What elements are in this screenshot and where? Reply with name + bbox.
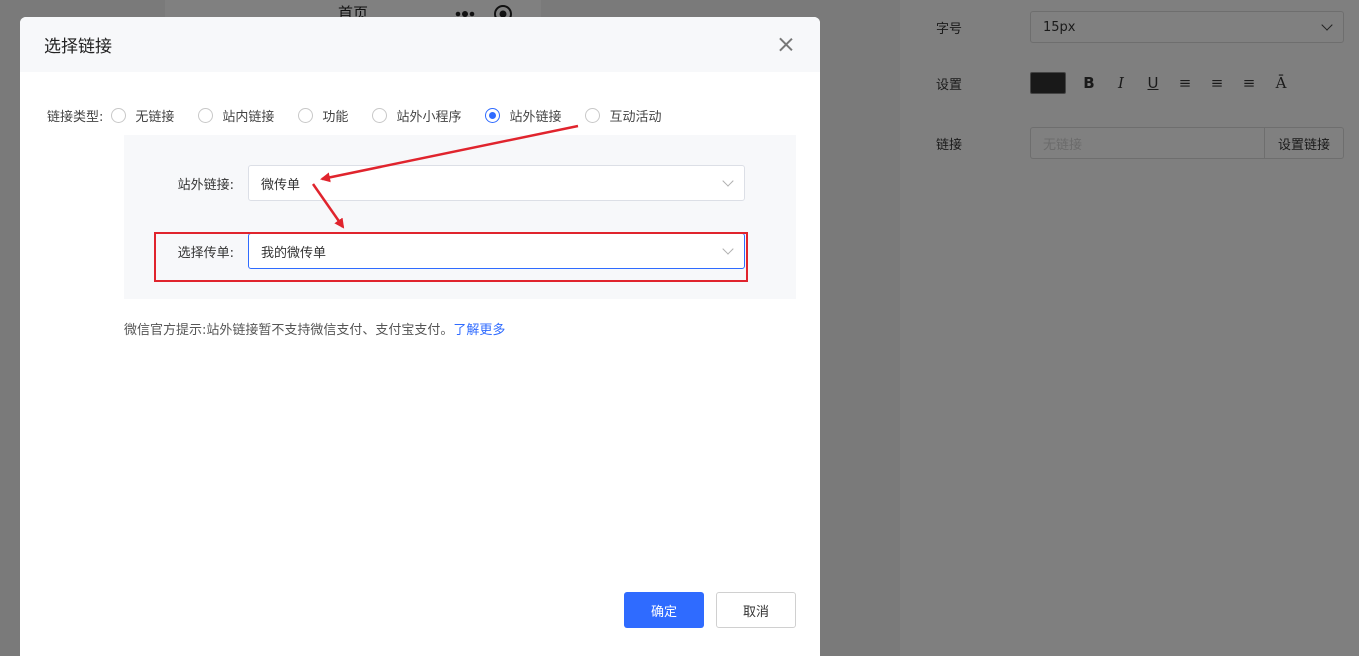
external-link-select[interactable]: 微传单 [248,165,745,201]
external-link-row: 站外链接: 微传单 [124,165,745,201]
font-size-label: 字号 [936,21,963,37]
settings-panel: 字号 15px 设置 B I U ≡ ≡ ≡ Ā 链接 无链接 设置链接 [900,0,1359,656]
link-type-label: 链接类型: [47,110,104,125]
radio-external-link[interactable]: 站外链接 [485,106,561,125]
align-center-icon[interactable]: ≡ [1208,74,1226,92]
tip-text: 微信官方提示:站外链接暂不支持微信支付、支付宝支付。 [124,323,454,338]
link-type-row: 链接类型: 无链接 站内链接 功能 站外小程序 站外链接 互动活动 [47,106,685,125]
radio-circle-icon [298,108,314,123]
radio-label: 无链接 [135,110,175,125]
link-row: 链接 无链接 设置链接 [936,127,1344,159]
radio-label: 功能 [322,110,349,125]
wechat-tip: 微信官方提示:站外链接暂不支持微信支付、支付宝支付。了解更多 [124,319,505,338]
external-link-panel: 站外链接: 微传单 选择传单: 我的微传单 [124,135,796,299]
font-size-row: 字号 15px [936,11,1344,43]
underline-icon[interactable]: U [1144,74,1162,92]
radio-label: 互动活动 [609,110,662,125]
dialog-header: 选择链接 [20,17,820,72]
radio-label: 站内链接 [222,110,275,125]
cancel-button[interactable]: 取消 [716,592,796,628]
radio-no-link[interactable]: 无链接 [111,106,174,125]
set-link-button[interactable]: 设置链接 [1264,127,1344,159]
style-toolbar: B I U ≡ ≡ ≡ Ā [1030,72,1290,94]
radio-function[interactable]: 功能 [298,106,348,125]
radio-circle-icon [198,108,214,123]
radio-circle-icon [585,108,601,123]
radio-circle-icon [372,108,388,123]
radio-interactive-activity[interactable]: 互动活动 [585,106,661,125]
link-label: 链接 [936,137,963,153]
radio-label: 站外链接 [509,110,562,125]
chevron-down-icon [1321,19,1333,31]
chevron-down-icon [722,175,734,187]
radio-internal-link[interactable]: 站内链接 [198,106,274,125]
font-size-select[interactable]: 15px [1030,11,1344,43]
strikethrough-icon[interactable]: Ā [1272,74,1290,92]
annotation-highlight-box [154,232,748,282]
text-color-swatch[interactable] [1030,72,1066,94]
bold-icon[interactable]: B [1080,74,1098,92]
radio-checked-icon [485,108,501,123]
radio-label: 站外小程序 [396,110,462,125]
dialog-title: 选择链接 [44,37,112,57]
close-icon[interactable] [776,35,796,55]
radio-external-miniprogram[interactable]: 站外小程序 [372,106,461,125]
align-left-icon[interactable]: ≡ [1176,74,1194,92]
style-label: 设置 [936,77,963,93]
link-input[interactable]: 无链接 [1030,127,1264,159]
confirm-button[interactable]: 确定 [624,592,704,628]
external-link-value: 微传单 [261,177,301,193]
external-link-label: 站外链接: [177,177,234,193]
learn-more-link[interactable]: 了解更多 [453,323,505,338]
radio-circle-icon [111,108,127,123]
font-size-value: 15px [1043,19,1076,35]
select-link-dialog: 选择链接 链接类型: 无链接 站内链接 功能 站外小程序 站外链接 互动活动 站… [20,17,820,656]
style-row: 设置 B I U ≡ ≡ ≡ Ā [936,72,1290,94]
align-right-icon[interactable]: ≡ [1240,74,1258,92]
italic-icon[interactable]: I [1112,74,1130,92]
